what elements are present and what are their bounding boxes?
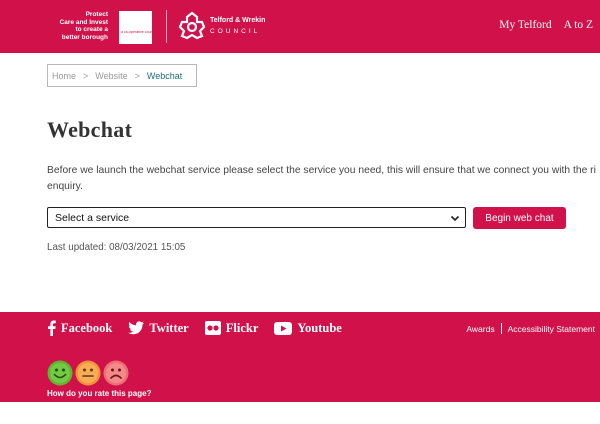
youtube-icon bbox=[274, 321, 293, 335]
footer-link-awards[interactable]: Awards bbox=[466, 324, 494, 334]
rate-sad-button[interactable] bbox=[103, 360, 129, 386]
service-select[interactable]: Select a service bbox=[47, 207, 466, 228]
site-header: Protect Care and Invest to create a bett… bbox=[0, 0, 600, 53]
council-tagline: Protect Care and Invest to create a bett… bbox=[59, 11, 108, 41]
page-rating bbox=[47, 360, 129, 386]
facebook-link[interactable]: Facebook bbox=[47, 320, 112, 336]
happy-face-icon bbox=[47, 360, 73, 386]
nav-my-telford[interactable]: My Telford bbox=[499, 19, 551, 31]
rate-neutral-button[interactable] bbox=[75, 360, 101, 386]
sad-face-icon bbox=[103, 360, 129, 386]
twitter-link[interactable]: Twitter bbox=[128, 321, 189, 336]
page-title: Webchat bbox=[47, 117, 133, 142]
flickr-icon bbox=[204, 321, 221, 335]
service-select-value: Select a service bbox=[55, 211, 130, 224]
twitter-icon bbox=[128, 321, 145, 335]
chevron-down-icon bbox=[450, 215, 460, 222]
intro-text: Before we launch the webchat service ple… bbox=[47, 165, 596, 192]
youtube-link[interactable]: Youtube bbox=[274, 321, 342, 336]
footer-link-divider bbox=[500, 323, 502, 334]
rating-question: How do you rate this page? bbox=[47, 389, 152, 398]
flickr-link[interactable]: Flickr bbox=[204, 321, 258, 336]
social-links: Facebook Twitter Flickr Youtube bbox=[47, 320, 342, 336]
council-name-sub: COUNCIL bbox=[210, 28, 261, 35]
breadcrumb-website[interactable]: Website bbox=[95, 71, 127, 81]
cooperative-council-logo: a co-operative council bbox=[119, 11, 156, 44]
facebook-icon bbox=[48, 320, 56, 336]
top-nav: My Telford A to Z bbox=[499, 19, 593, 31]
breadcrumb: Home > Website > Webchat bbox=[47, 64, 197, 87]
last-updated: Last updated: 08/03/2021 15:05 bbox=[47, 242, 186, 253]
council-emblem-icon[interactable] bbox=[178, 11, 206, 41]
footer-link-accessibility[interactable]: Accessibility Statement bbox=[508, 324, 595, 334]
breadcrumb-separator: > bbox=[134, 70, 140, 81]
council-name: Telford & Wrekin bbox=[210, 17, 266, 24]
neutral-face-icon bbox=[75, 360, 101, 386]
footer-links: Awards Accessibility Statement bbox=[466, 323, 595, 334]
breadcrumb-separator: > bbox=[83, 70, 89, 81]
rate-happy-button[interactable] bbox=[47, 360, 73, 386]
nav-a-to-z[interactable]: A to Z bbox=[564, 19, 593, 31]
breadcrumb-home[interactable]: Home bbox=[52, 71, 76, 81]
begin-web-chat-button[interactable]: Begin web chat bbox=[473, 207, 566, 229]
site-footer: Facebook Twitter Flickr Youtube Awards A… bbox=[0, 312, 600, 402]
header-divider bbox=[166, 10, 167, 43]
breadcrumb-current: Webchat bbox=[146, 70, 183, 81]
